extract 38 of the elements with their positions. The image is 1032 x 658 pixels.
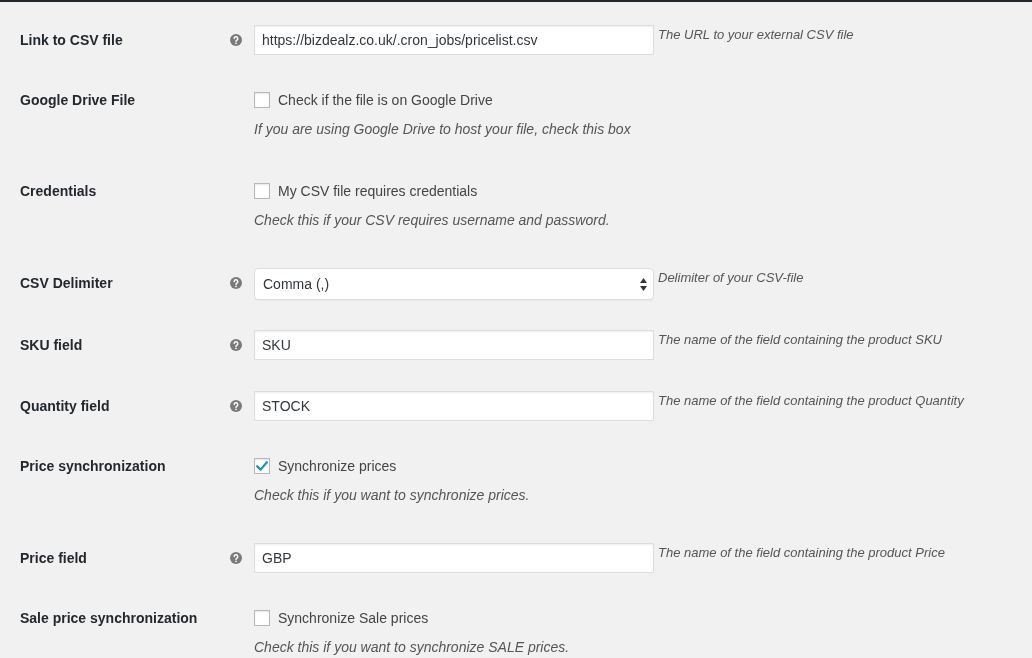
field-label: Sale price synchronization — [20, 609, 198, 628]
checkbox-label[interactable]: Synchronize Sale prices — [278, 608, 429, 628]
field-description: The name of the field containing the product SKU — [658, 331, 942, 349]
help-icon — [230, 552, 242, 564]
field-description: Check this if your CSV requires username and password. — [254, 211, 610, 229]
checkbox-label[interactable]: My CSV file requires credentials — [278, 181, 478, 201]
field-description: Delimiter of your CSV-file — [658, 269, 804, 287]
field-description: The name of the field containing the product Price — [658, 544, 945, 562]
field-description: Check this if you want to synchronize prices. — [254, 486, 530, 504]
field-label: Price synchronization — [20, 457, 166, 476]
up-down-arrows-icon — [640, 277, 647, 291]
help-icon — [230, 277, 242, 289]
field-label: CSV Delimiter — [20, 274, 113, 293]
text-input[interactable]: GBP — [254, 543, 654, 573]
checkbox[interactable] — [254, 458, 270, 474]
checkbox[interactable] — [254, 610, 270, 626]
dropdown[interactable]: Comma (,) — [254, 268, 654, 300]
text-input[interactable]: STOCK — [254, 391, 654, 421]
field-description: Check this if you want to synchronize SALE prices. — [254, 638, 570, 656]
help-icon — [230, 34, 242, 46]
help-icon — [230, 400, 242, 412]
field-label: Google Drive File — [20, 91, 136, 110]
field-label: Quantity field — [20, 397, 110, 416]
checkbox[interactable] — [254, 183, 270, 199]
field-description: If you are using Google Drive to host your file, check this box — [254, 120, 631, 138]
text-input[interactable]: SKU — [254, 330, 654, 360]
checkbox[interactable] — [254, 92, 270, 108]
field-description: The name of the field containing the product Quantity — [658, 392, 964, 410]
field-label: SKU field — [20, 336, 83, 355]
help-icon — [230, 339, 242, 351]
field-label: Price field — [20, 549, 87, 568]
field-description: The URL to your external CSV file — [658, 26, 854, 44]
text-input[interactable]: https://bizdealz.co.uk/.cron_jobs/pricelist.csv — [254, 25, 654, 55]
checkbox-label[interactable]: Check if the file is on Google Drive — [278, 90, 493, 110]
field-label: Link to CSV file — [20, 31, 123, 50]
check-icon — [256, 461, 268, 471]
checkbox-label[interactable]: Synchronize prices — [278, 456, 397, 476]
field-label: Credentials — [20, 182, 97, 201]
